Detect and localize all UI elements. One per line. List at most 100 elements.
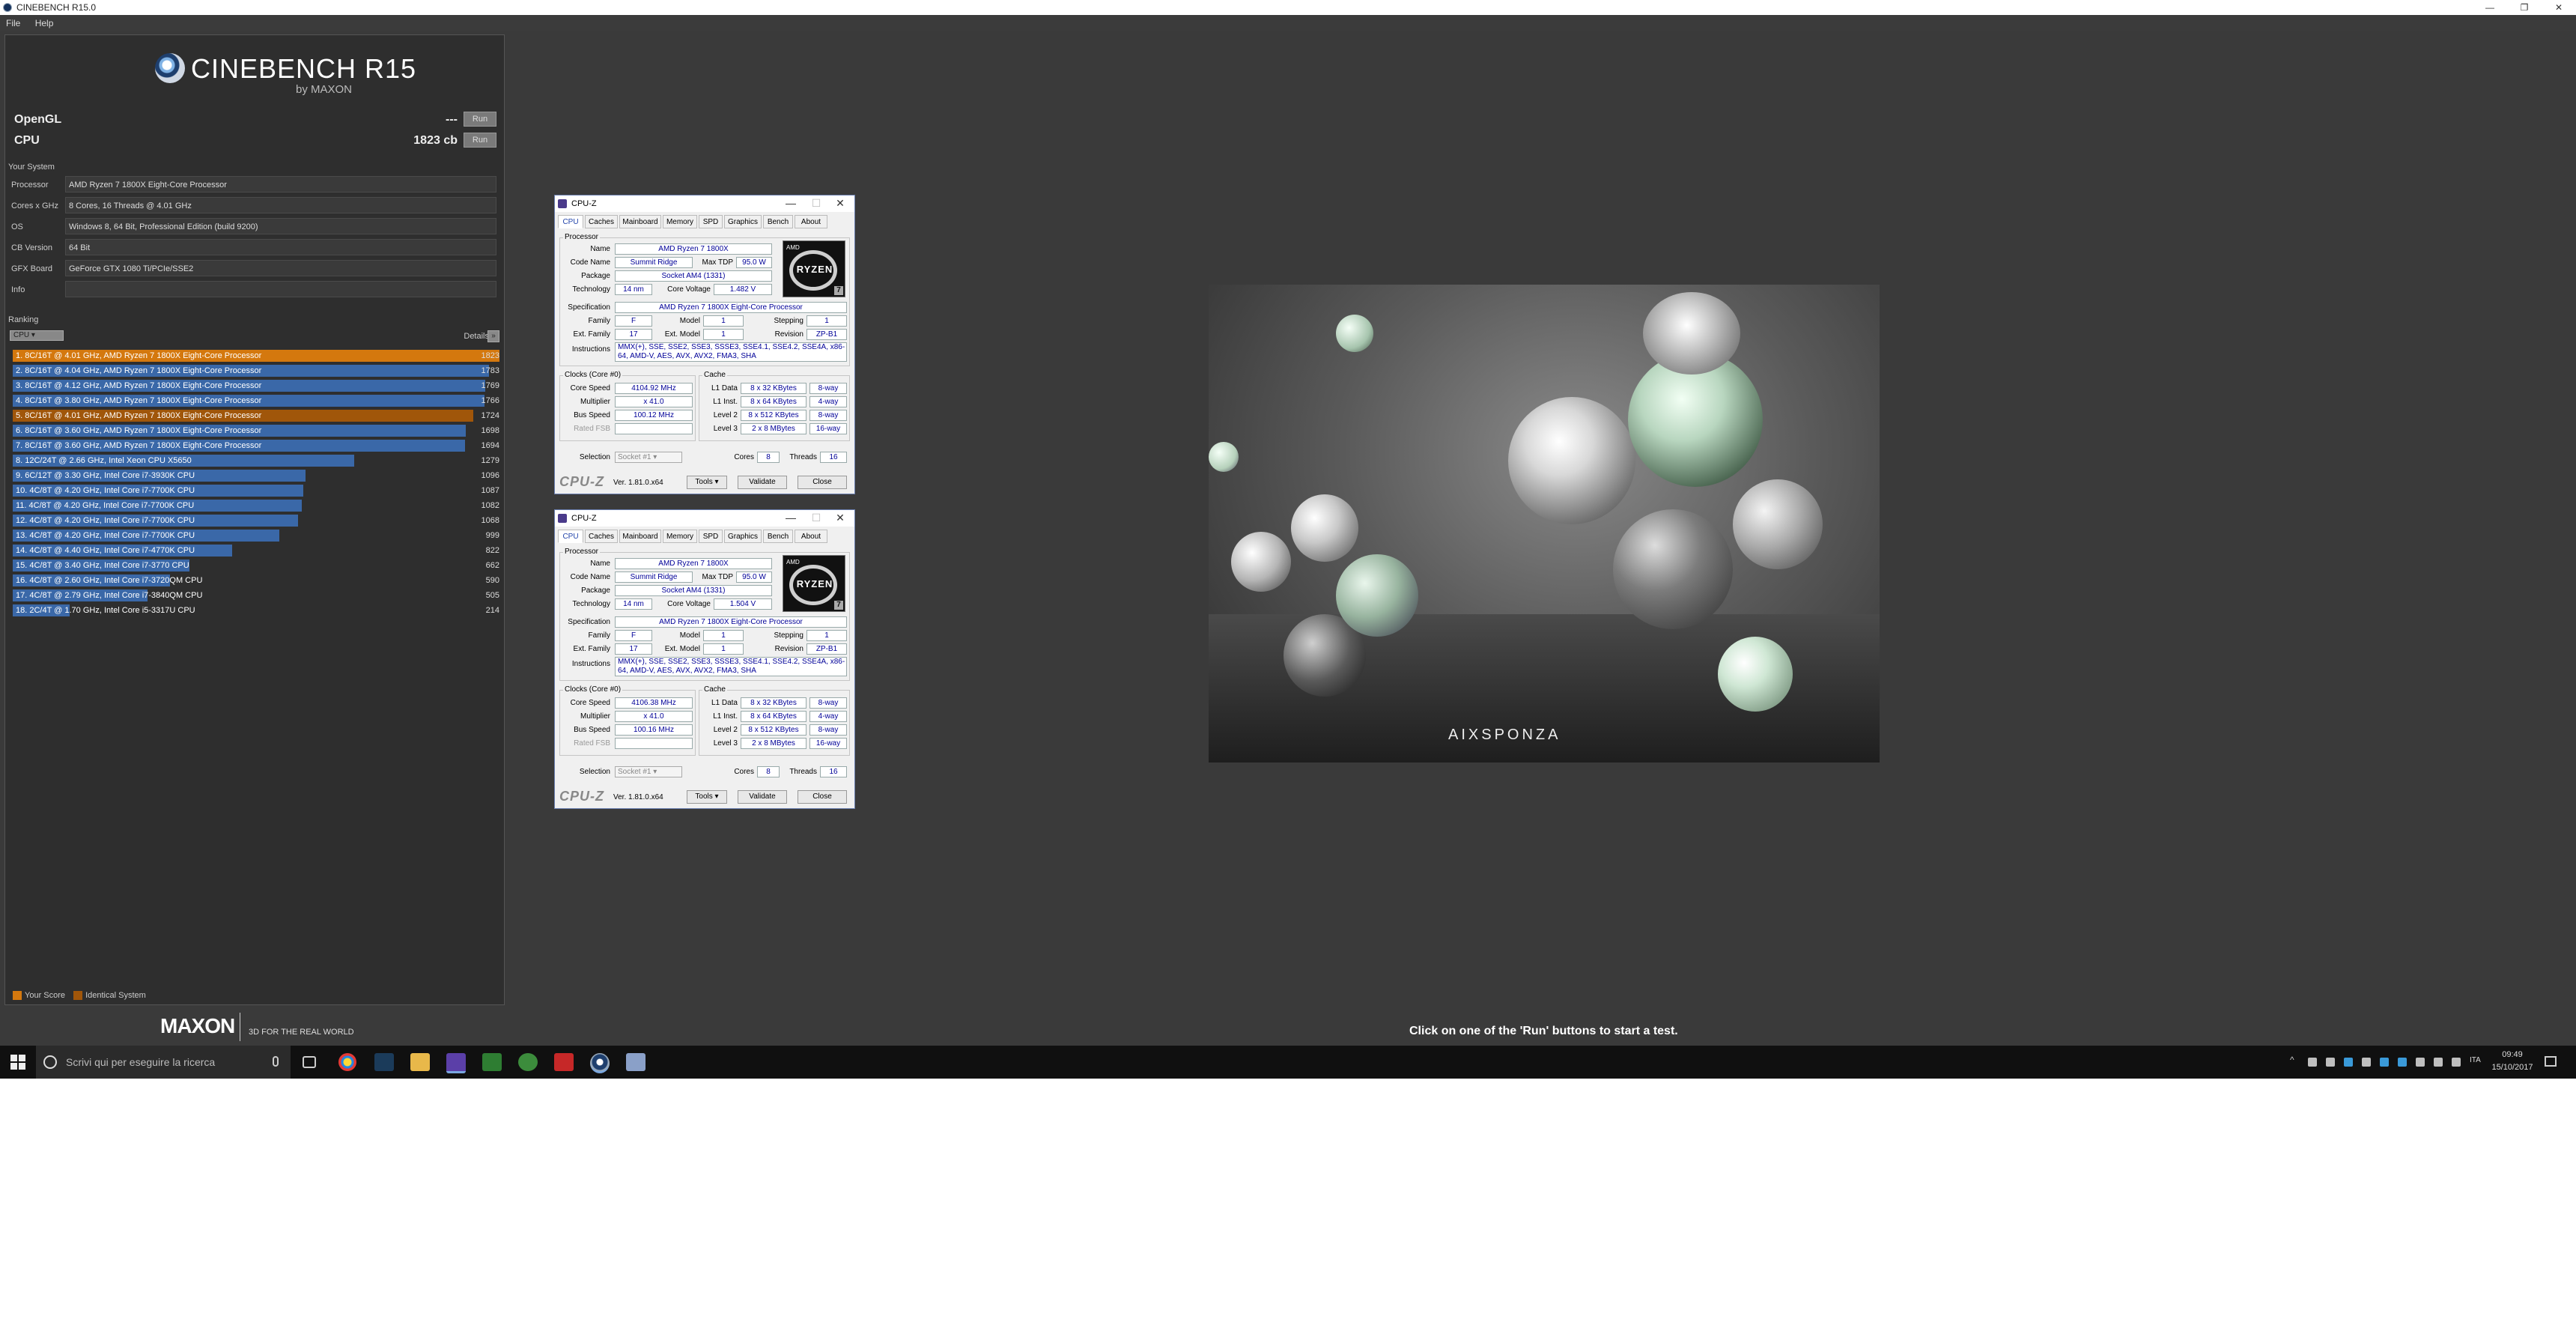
tray-icon[interactable] xyxy=(2308,1058,2317,1067)
tab-cpu[interactable]: CPU xyxy=(558,215,583,228)
chevron-up-icon[interactable]: ^ xyxy=(2290,1055,2299,1065)
details-button[interactable]: » xyxy=(487,330,499,342)
chrome-icon[interactable] xyxy=(338,1053,356,1071)
opengl-run-button[interactable]: Run xyxy=(464,112,496,127)
taskbar-search[interactable]: Scrivi qui per eseguire la ricerca xyxy=(36,1046,291,1079)
ranking-row[interactable]: 16. 4C/8T @ 2.60 GHz, Intel Core i7-3720… xyxy=(13,574,499,588)
tab-mainboard[interactable]: Mainboard xyxy=(619,215,661,228)
menu-file[interactable]: File xyxy=(0,15,26,28)
tab-about[interactable]: About xyxy=(795,530,827,543)
field-package: Socket AM4 (1331) xyxy=(615,270,772,282)
taskbar-clock[interactable]: 09:49 15/10/2017 xyxy=(2486,1049,2539,1074)
tab-bench[interactable]: Bench xyxy=(763,530,793,543)
validate-button[interactable]: Validate xyxy=(738,790,787,804)
cinebench-taskbar-icon[interactable] xyxy=(590,1053,610,1073)
system-row-value xyxy=(65,281,496,297)
tray-icon[interactable] xyxy=(2398,1058,2407,1067)
field-l1-data-way: 8-way xyxy=(809,697,847,709)
ranking-row[interactable]: 3. 8C/16T @ 4.12 GHz, AMD Ryzen 7 1800X … xyxy=(13,380,499,393)
cpuz-titlebar[interactable]: CPU-Z — ☐ ✕ xyxy=(555,510,854,527)
tray-icon[interactable] xyxy=(2380,1058,2389,1067)
ranking-row[interactable]: 17. 4C/8T @ 2.79 GHz, Intel Core i7-3840… xyxy=(13,589,499,603)
notification-center-icon[interactable] xyxy=(2545,1056,2557,1067)
tab-graphics[interactable]: Graphics xyxy=(724,530,762,543)
language-icon[interactable]: ITA xyxy=(2470,1056,2482,1065)
maximize-icon[interactable]: ☐ xyxy=(805,197,827,210)
app-icon[interactable] xyxy=(626,1053,645,1071)
volume-icon[interactable] xyxy=(2452,1058,2461,1067)
tab-cpu[interactable]: CPU xyxy=(558,530,583,543)
tray-icon[interactable] xyxy=(2344,1058,2353,1067)
ranking-row[interactable]: 8. 12C/24T @ 2.66 GHz, Intel Xeon CPU X5… xyxy=(13,455,499,468)
tray-icon[interactable] xyxy=(2416,1058,2425,1067)
app-titlebar[interactable]: CINEBENCH R15.0 — ❐ ✕ xyxy=(0,0,2576,15)
field-ext-family: 17 xyxy=(615,329,652,340)
cpuz-titlebar[interactable]: CPU-Z — ☐ ✕ xyxy=(555,195,854,212)
tab-memory[interactable]: Memory xyxy=(663,530,697,543)
label-specification: Specification xyxy=(568,303,610,312)
cpu-run-button[interactable]: Run xyxy=(464,133,496,148)
tools-button[interactable]: Tools ▾ xyxy=(687,790,727,804)
ryzen-master-icon[interactable] xyxy=(554,1053,574,1071)
ranking-filter-value: CPU xyxy=(13,331,30,339)
minimize-icon[interactable]: — xyxy=(780,197,802,209)
maximize-icon[interactable]: ☐ xyxy=(805,512,827,524)
minimize-icon[interactable]: — xyxy=(780,512,802,524)
maximize-icon[interactable]: ❐ xyxy=(2507,0,2542,15)
ranking-row-value: 1068 xyxy=(481,516,499,525)
task-view-icon[interactable] xyxy=(303,1056,316,1068)
ranking-row[interactable]: 6. 8C/16T @ 3.60 GHz, AMD Ryzen 7 1800X … xyxy=(13,425,499,438)
tab-caches[interactable]: Caches xyxy=(585,215,618,228)
ranking-row[interactable]: 1. 8C/16T @ 4.01 GHz, AMD Ryzen 7 1800X … xyxy=(13,350,499,363)
cpuz-tabs: CPU Caches Mainboard Memory SPD Graphics Bench… xyxy=(558,215,851,228)
cpuz-window[interactable]: CPU-Z — ☐ ✕ CPU Caches Mainboard Memory SPD Graph… xyxy=(554,195,855,494)
tab-about[interactable]: About xyxy=(795,215,827,228)
minimize-icon[interactable]: — xyxy=(2473,0,2507,15)
ranking-row[interactable]: 11. 4C/8T @ 4.20 GHz, Intel Core i7-7700… xyxy=(13,500,499,513)
microphone-icon[interactable] xyxy=(273,1056,279,1067)
tab-mainboard[interactable]: Mainboard xyxy=(619,530,661,543)
tab-graphics[interactable]: Graphics xyxy=(724,215,762,228)
field-name: AMD Ryzen 7 1800X xyxy=(615,558,772,569)
ranking-filter-dropdown[interactable]: CPU ▾ xyxy=(10,330,64,341)
close-icon[interactable]: ✕ xyxy=(829,197,851,210)
validate-button[interactable]: Validate xyxy=(738,476,787,489)
tray-icon[interactable] xyxy=(2326,1058,2335,1067)
tray-icon[interactable] xyxy=(2362,1058,2371,1067)
selection-dropdown[interactable]: Socket #1 ▾ xyxy=(615,452,682,463)
network-icon[interactable] xyxy=(2434,1058,2443,1067)
steam-icon[interactable] xyxy=(374,1053,394,1071)
label-max-tdp: Max TDP xyxy=(702,258,734,267)
ranking-row[interactable]: 15. 4C/8T @ 3.40 GHz, Intel Core i7-3770… xyxy=(13,560,499,573)
ranking-row[interactable]: 14. 4C/8T @ 4.40 GHz, Intel Core i7-4770… xyxy=(13,545,499,558)
hwinfo-icon[interactable] xyxy=(518,1053,538,1071)
ranking-row[interactable]: 12. 4C/8T @ 4.20 GHz, Intel Core i7-7700… xyxy=(13,515,499,528)
ranking-row[interactable]: 18. 2C/4T @ 1.70 GHz, Intel Core i5-3317… xyxy=(13,604,499,618)
cpuz-taskbar-icon[interactable] xyxy=(446,1053,466,1073)
tools-button[interactable]: Tools ▾ xyxy=(687,476,727,489)
menu-help[interactable]: Help xyxy=(29,15,60,28)
ranking-row[interactable]: 10. 4C/8T @ 4.20 GHz, Intel Core i7-7700… xyxy=(13,485,499,498)
windows-start-icon[interactable] xyxy=(10,1055,25,1070)
close-icon[interactable]: ✕ xyxy=(2542,0,2576,15)
ranking-row[interactable]: 9. 6C/12T @ 3.30 GHz, Intel Core i7-3930… xyxy=(13,470,499,483)
ranking-row[interactable]: 2. 8C/16T @ 4.04 GHz, AMD Ryzen 7 1800X … xyxy=(13,365,499,378)
tab-bench[interactable]: Bench xyxy=(763,215,793,228)
tab-caches[interactable]: Caches xyxy=(585,530,618,543)
tab-spd[interactable]: SPD xyxy=(699,215,723,228)
cpuz-window[interactable]: CPU-Z — ☐ ✕ CPU Caches Mainboard Memory SPD Graph… xyxy=(554,509,855,809)
tab-spd[interactable]: SPD xyxy=(699,530,723,543)
ranking-row-value: 214 xyxy=(485,606,499,615)
file-explorer-icon[interactable] xyxy=(410,1053,430,1071)
ranking-row[interactable]: 13. 4C/8T @ 4.20 GHz, Intel Core i7-7700… xyxy=(13,530,499,543)
ranking-row[interactable]: 4. 8C/16T @ 3.80 GHz, AMD Ryzen 7 1800X … xyxy=(13,395,499,408)
gpu-z-icon[interactable] xyxy=(482,1053,502,1071)
close-icon[interactable]: ✕ xyxy=(829,512,851,524)
close-button[interactable]: Close xyxy=(798,790,847,804)
close-button[interactable]: Close xyxy=(798,476,847,489)
selection-dropdown[interactable]: Socket #1 ▾ xyxy=(615,766,682,777)
ranking-row[interactable]: 5. 8C/16T @ 4.01 GHz, AMD Ryzen 7 1800X … xyxy=(13,410,499,423)
ranking-row[interactable]: 7. 8C/16T @ 3.60 GHz, AMD Ryzen 7 1800X … xyxy=(13,440,499,453)
field-specification: AMD Ryzen 7 1800X Eight-Core Processor xyxy=(615,616,847,628)
tab-memory[interactable]: Memory xyxy=(663,215,697,228)
